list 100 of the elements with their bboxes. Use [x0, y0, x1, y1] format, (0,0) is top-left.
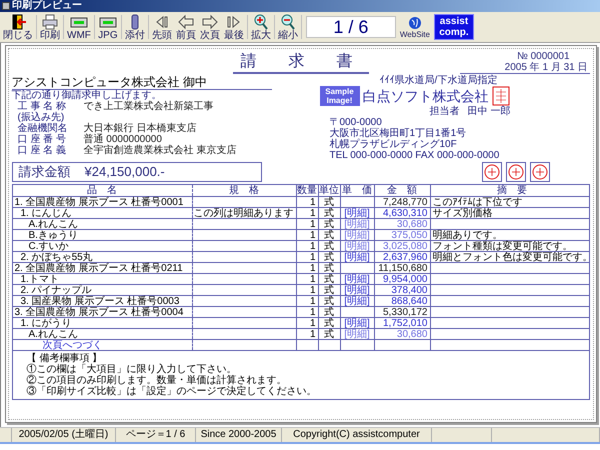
column-header: 金 額: [374, 185, 430, 196]
item-amount: 2,637,960: [383, 252, 428, 262]
item-memo: このｱｲﾃﾑは下位です: [432, 196, 522, 208]
item-quantity: 1: [310, 328, 316, 340]
field-value: 全宇宙創造農業株式会社 東京支店: [84, 145, 236, 156]
item-amount: 1,752,010: [383, 318, 428, 328]
item-unit: 式: [324, 274, 334, 284]
item-name: 1. にがうり: [20, 318, 72, 328]
item-quantity: 1: [310, 208, 316, 218]
item-amount: 9,954,000: [383, 274, 428, 284]
column-header: 単位: [318, 185, 340, 196]
item-amount: 378,400: [391, 284, 428, 296]
item-quantity: 1: [310, 296, 316, 306]
item-quantity: 1: [310, 284, 316, 296]
company-name: 白点ソフト株式会社: [362, 88, 488, 104]
sample-label: Sample: [325, 87, 354, 96]
item-amount: 5,330,172: [383, 306, 428, 318]
toolbar-button[interactable]: 印刷: [39, 12, 61, 42]
toolbar-button[interactable]: 最後: [222, 12, 245, 42]
toolbar-button[interactable]: JPG: [96, 12, 119, 42]
item-name: 3. 国産果物 展示ブース 杜番号0003: [20, 296, 180, 306]
detail-link[interactable]: [明細]: [344, 240, 370, 252]
detail-link[interactable]: [明細]: [344, 318, 370, 328]
column-header: 規 格: [192, 185, 296, 196]
address-line: 〒000-0000: [330, 117, 382, 128]
item-amount: 7,248,770: [383, 196, 428, 208]
item-unit: 式: [324, 230, 334, 240]
sample-label: Image!: [326, 96, 352, 105]
column-header: 数量: [296, 185, 318, 196]
item-unit: 式: [324, 252, 334, 262]
invoice-date: 2005 年 1 月 31 日: [460, 62, 590, 74]
notes-line: ②この項目のみ印刷します。数量・単価は計算されます。: [26, 375, 288, 386]
field-label: (振込み先): [18, 112, 66, 123]
field-label: 口 座 番 号: [18, 134, 67, 145]
item-name: B.きゅうり: [28, 230, 78, 240]
address-line: TEL 000-000-0000 FAX 000-000-0000: [330, 150, 500, 161]
item-amount: 3,025,080: [383, 240, 428, 252]
detail-link[interactable]: [明細]: [344, 328, 370, 340]
right-arrow-icon: [200, 14, 219, 30]
total-label: 請求金額: [18, 163, 70, 182]
notes-line: ③「印刷サイズ比較」は「設定」のページで決定してください。: [26, 386, 318, 397]
toolbar-button[interactable]: 縮小: [276, 12, 299, 42]
item-name: 1. にんじん: [20, 208, 72, 218]
item-unit: 式: [324, 328, 334, 340]
notes-heading: 【 備考欄事項 】: [26, 353, 104, 364]
globe-icon: [408, 16, 422, 30]
item-quantity: 1: [310, 252, 316, 262]
item-unit: 式: [324, 318, 334, 328]
toolbar-button[interactable]: 拡大: [250, 12, 272, 42]
address-line: 札幌プラザビルディング10F: [330, 139, 457, 150]
item-quantity: 1: [310, 218, 316, 230]
field-value: でき上工業株式会社新築工事: [84, 101, 214, 112]
column-header: 単 価: [340, 185, 374, 196]
item-name: 2. かぼちゃ55丸: [20, 252, 93, 262]
logo-text: comp.: [439, 27, 469, 38]
item-unit: 式: [324, 306, 334, 318]
item-unit: 式: [324, 218, 334, 230]
item-amount: 868,640: [391, 296, 428, 306]
item-quantity: 1: [310, 306, 316, 318]
toolbar-button[interactable]: 前頁: [174, 12, 197, 42]
logo-text: assist: [440, 16, 468, 27]
detail-link[interactable]: [明細]: [344, 296, 370, 306]
greeting-text: 下記の通り御請求申し上げます。: [12, 90, 162, 101]
printer-icon: [41, 14, 59, 30]
field-label: 金融機関名: [18, 123, 68, 134]
item-quantity: 1: [310, 262, 316, 274]
contact-name: 田中 一郎: [468, 106, 510, 117]
item-memo: フォント種類は変更可能です。: [432, 240, 572, 252]
sender-note: ｲｲｲ県水道局/下水道局指定: [380, 75, 498, 86]
item-memo: 明細ありです。: [432, 230, 502, 240]
detail-link[interactable]: [明細]: [344, 230, 370, 240]
item-quantity: 1: [310, 240, 316, 252]
detail-link[interactable]: [明細]: [344, 284, 370, 296]
website-button[interactable]: WebSite: [400, 12, 430, 42]
item-name: 2. 全国農産物 展示ブース 杜番号0211: [14, 262, 183, 274]
detail-link[interactable]: [明細]: [344, 208, 370, 218]
page-indicator: 1 / 6: [306, 16, 396, 38]
seal-stamp-icon: [508, 164, 524, 180]
app-icon: [2, 2, 10, 10]
document-title: 請 求 書: [232, 52, 368, 74]
item-amount: 375,050: [391, 230, 428, 240]
toolbar-button[interactable]: 添付: [124, 12, 146, 42]
item-quantity: 1: [310, 318, 316, 328]
item-unit: 式: [324, 196, 334, 208]
detail-link[interactable]: [明細]: [344, 274, 370, 284]
toolbar-button[interactable]: 閉じる: [2, 12, 34, 42]
detail-link[interactable]: [明細]: [344, 252, 370, 262]
item-name: A.れんこん: [28, 218, 78, 230]
item-unit: 式: [324, 208, 334, 218]
notes-line: ①この欄は「大項目」に限り入力して下さい。: [26, 364, 238, 375]
invoice-number: № 0000001: [517, 51, 570, 62]
column-header: 摘 要: [496, 185, 528, 196]
item-name: A.れんこん: [28, 328, 78, 340]
toolbar-button[interactable]: WMF: [66, 12, 92, 42]
item-name: 1.トマト: [20, 274, 59, 284]
detail-link[interactable]: [明細]: [344, 218, 370, 230]
toolbar-button[interactable]: 先頭: [150, 12, 173, 42]
seal-stamp-icon: [532, 164, 548, 180]
toolbar-button[interactable]: 次頁: [198, 12, 221, 42]
contact-label: 担当者: [430, 106, 460, 117]
